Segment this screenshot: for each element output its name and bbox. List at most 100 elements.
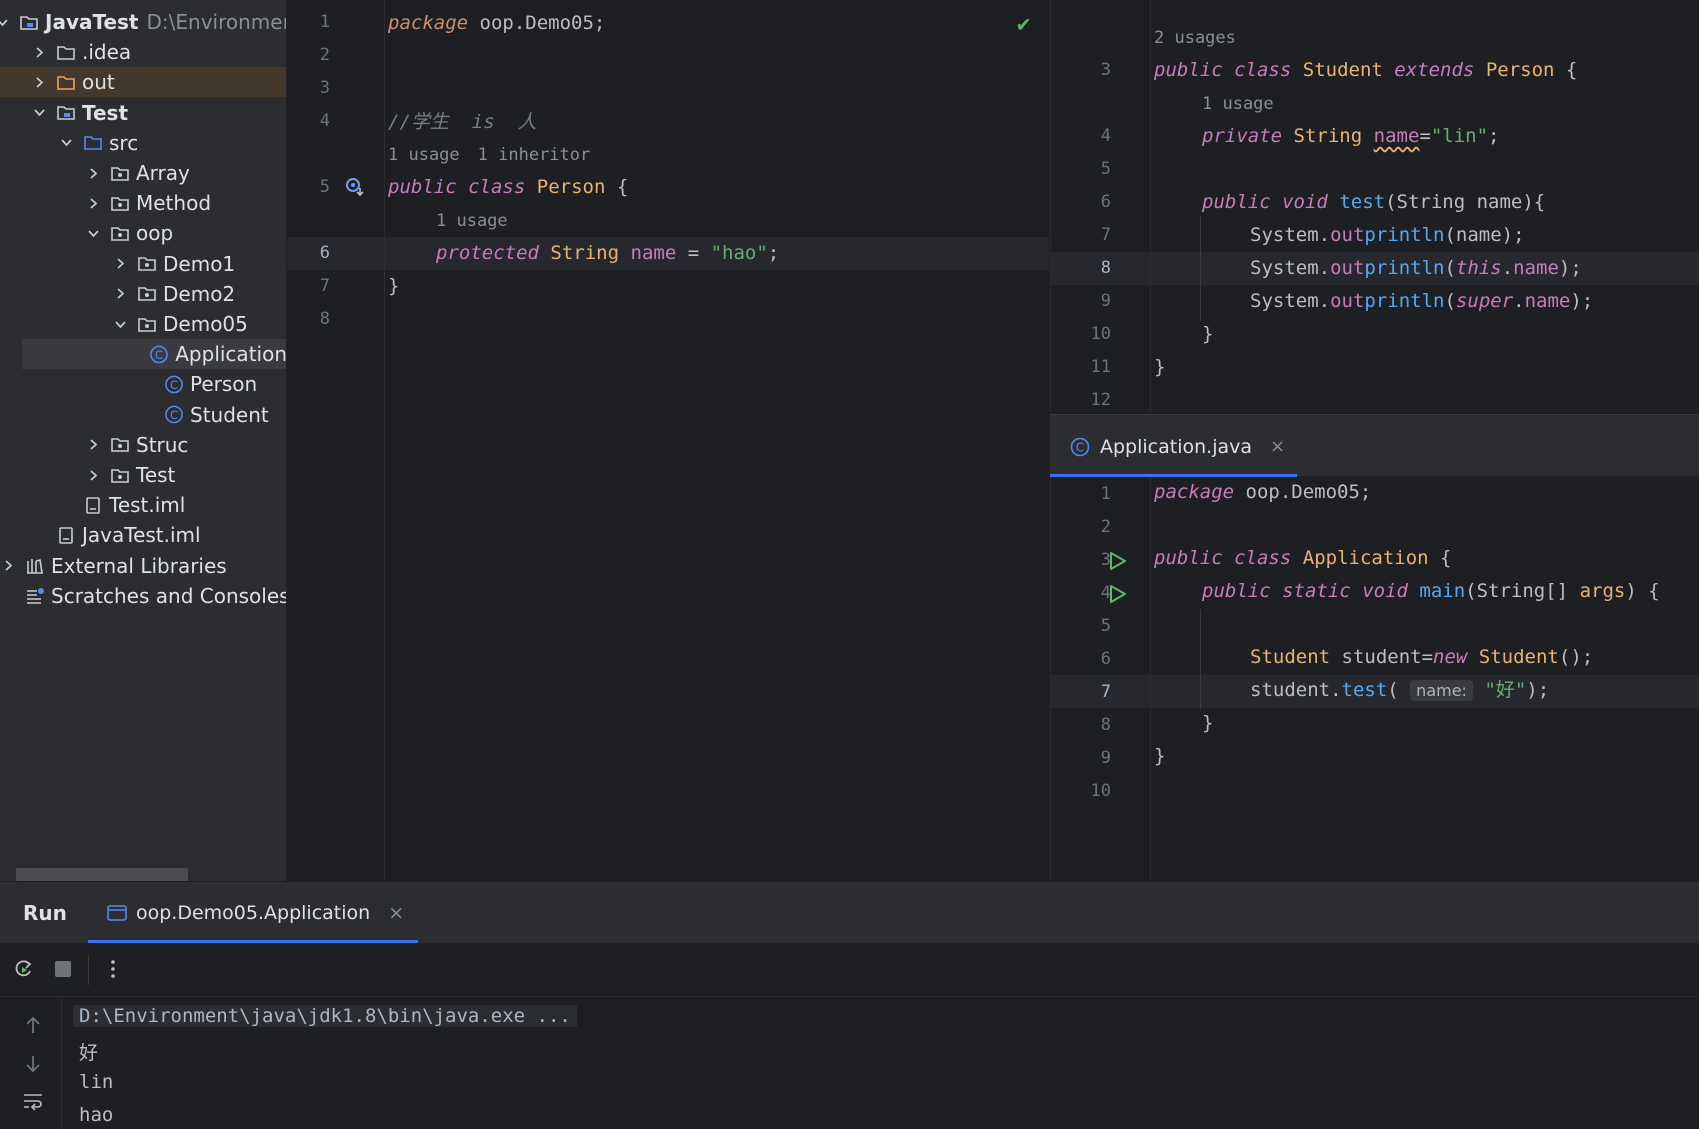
tree-item-javatest-iml[interactable]: JavaTest.iml xyxy=(0,520,286,550)
chevron-down-icon[interactable] xyxy=(0,14,10,30)
run-panel-title: Run xyxy=(23,901,67,925)
console-icon xyxy=(106,903,128,923)
chevron-right-icon[interactable] xyxy=(31,74,47,90)
chevron-right-icon[interactable] xyxy=(85,195,101,211)
code-line-4[interactable]: private String name="lin"; xyxy=(1202,122,1500,150)
line-number: 2 xyxy=(319,45,330,65)
tree-item-test-iml[interactable]: Test.iml xyxy=(0,490,286,520)
code-line-6[interactable]: Student student=new Student(); xyxy=(1250,643,1593,671)
chevron-down-icon[interactable] xyxy=(31,105,47,121)
code-line-7[interactable]: student.test( name: "好"); xyxy=(1250,676,1549,705)
editor-tab-strip: C Application.java × xyxy=(1050,414,1699,478)
tree-item-demo1[interactable]: Demo1 xyxy=(0,249,286,279)
tree-item-demo05[interactable]: Demo05 xyxy=(0,309,286,339)
code-line-6[interactable]: public void test(String name){ xyxy=(1202,188,1545,216)
line-number: 1 xyxy=(319,12,330,32)
console-output-line: lin xyxy=(79,1071,114,1093)
inspection-ok-icon[interactable]: ✔ xyxy=(1017,12,1030,37)
close-icon[interactable]: × xyxy=(388,902,404,924)
chevron-right-icon[interactable] xyxy=(85,467,101,483)
rerun-icon[interactable] xyxy=(12,958,34,980)
run-tab[interactable]: oop.Demo05.Application × xyxy=(88,882,418,944)
tree-item-label: Demo2 xyxy=(163,281,236,306)
code-line-9[interactable]: System.outprintln(super.name); xyxy=(1250,287,1593,315)
code-line-1[interactable]: package oop.Demo05; xyxy=(1154,478,1371,506)
code-line-3[interactable]: public class Application { xyxy=(1154,544,1451,572)
editor-person[interactable]: 1 2 3 4 5 6 7 8 ✔ package oop.Demo05; //学生 is 人… xyxy=(287,0,1049,881)
iml-file-icon xyxy=(82,495,104,515)
package-icon xyxy=(109,465,131,485)
code-line-3[interactable]: public class Student extends Person { xyxy=(1154,56,1577,84)
code-line-1[interactable]: package oop.Demo05; xyxy=(388,9,605,37)
tree-item-label: Array xyxy=(136,161,190,185)
code-line-10[interactable]: } xyxy=(1202,320,1213,348)
tree-item-test[interactable]: Test xyxy=(0,98,286,128)
chevron-right-icon[interactable] xyxy=(0,558,16,574)
chevron-down-icon[interactable] xyxy=(58,135,74,151)
chevron-right-icon[interactable] xyxy=(31,44,47,60)
tab-application-java[interactable]: C Application.java × xyxy=(1050,415,1297,478)
usage-hint[interactable]: 1 usage 1 inheritor xyxy=(388,145,590,165)
tree-item-scratches-and-consoles[interactable]: Scratches and Consoles xyxy=(0,581,286,611)
tree-item-javatest[interactable]: JavaTest D:\Environmen xyxy=(0,7,286,37)
tree-item-application[interactable]: C Application xyxy=(22,339,286,370)
code-line-8[interactable]: System.outprintln(this.name); xyxy=(1250,254,1582,282)
code-line-4[interactable]: public static void main(String[] args) { xyxy=(1202,577,1660,605)
usage-hint[interactable]: 2 usages xyxy=(1154,28,1236,48)
code-line-9[interactable]: } xyxy=(1154,742,1165,770)
line-number: 3 xyxy=(1100,550,1111,570)
code-line-6[interactable]: protected String name = "hao"; xyxy=(436,239,779,267)
tree-item-label: JavaTest.iml xyxy=(82,523,201,548)
code-line-4[interactable]: //学生 is 人 xyxy=(388,108,537,136)
tree-item-src[interactable]: src xyxy=(0,128,286,158)
implemented-gutter-icon[interactable] xyxy=(344,176,366,202)
tree-scrollbar[interactable] xyxy=(16,868,188,881)
line-number: 5 xyxy=(319,177,330,197)
line-number: 10 xyxy=(1090,324,1111,344)
chevron-down-icon[interactable] xyxy=(85,225,101,241)
more-icon[interactable] xyxy=(102,958,124,980)
tree-item-test[interactable]: Test xyxy=(0,460,286,490)
svg-text:C: C xyxy=(155,347,163,361)
tree-item-label: Test xyxy=(82,100,129,125)
tree-item-method[interactable]: Method xyxy=(0,188,286,218)
run-gutter-icon[interactable] xyxy=(1106,583,1128,609)
code-line-11[interactable]: } xyxy=(1154,353,1165,381)
tree-item-student[interactable]: C Student xyxy=(0,400,286,430)
line-number: 8 xyxy=(1100,258,1111,278)
line-number: 12 xyxy=(1090,390,1111,410)
close-icon[interactable]: × xyxy=(1270,436,1285,457)
editor-application[interactable]: 1 2 3 4 5 6 7 8 9 10 package oop.Demo05; public c… xyxy=(1050,477,1699,881)
tree-item-label: oop xyxy=(136,221,174,246)
usage-hint[interactable]: 1 usage xyxy=(436,211,508,231)
stop-icon[interactable] xyxy=(52,958,74,980)
editor-student[interactable]: 3 4 5 6 7 8 9 10 11 12 2 usages public class Stud… xyxy=(1050,0,1699,412)
tree-item-person[interactable]: C Person xyxy=(0,369,286,399)
tree-item-oop[interactable]: oop xyxy=(0,218,286,248)
svg-text:C: C xyxy=(1076,440,1084,454)
code-line-7[interactable]: } xyxy=(388,272,399,300)
tree-item-array[interactable]: Array xyxy=(0,158,286,188)
code-line-5[interactable]: public class Person { xyxy=(388,173,628,201)
usage-hint[interactable]: 1 usage xyxy=(1202,94,1274,114)
tree-item-out[interactable]: out xyxy=(0,67,286,98)
code-line-7[interactable]: System.outprintln(name); xyxy=(1250,221,1525,249)
tree-item-demo2[interactable]: Demo2 xyxy=(0,279,286,309)
package-icon xyxy=(136,254,158,274)
console-output[interactable]: D:\Environment\java\jdk1.8\bin\java.exe … xyxy=(0,997,1699,1129)
tree-item-struc[interactable]: Struc xyxy=(0,430,286,460)
chevron-right-icon[interactable] xyxy=(85,165,101,181)
chevron-down-icon[interactable] xyxy=(112,316,128,332)
scroll-down-icon[interactable] xyxy=(22,1053,44,1075)
code-line-8[interactable]: } xyxy=(1202,709,1213,737)
run-gutter-icon[interactable] xyxy=(1106,550,1128,576)
soft-wrap-icon[interactable] xyxy=(22,1091,44,1113)
chevron-right-icon[interactable] xyxy=(112,256,128,272)
module-folder-icon xyxy=(55,103,77,123)
package-icon xyxy=(136,314,158,334)
tree-item--idea[interactable]: .idea xyxy=(0,37,286,67)
scroll-up-icon[interactable] xyxy=(22,1014,44,1036)
tree-item-external-libraries[interactable]: External Libraries xyxy=(0,551,286,581)
chevron-right-icon[interactable] xyxy=(112,286,128,302)
chevron-right-icon[interactable] xyxy=(85,437,101,453)
